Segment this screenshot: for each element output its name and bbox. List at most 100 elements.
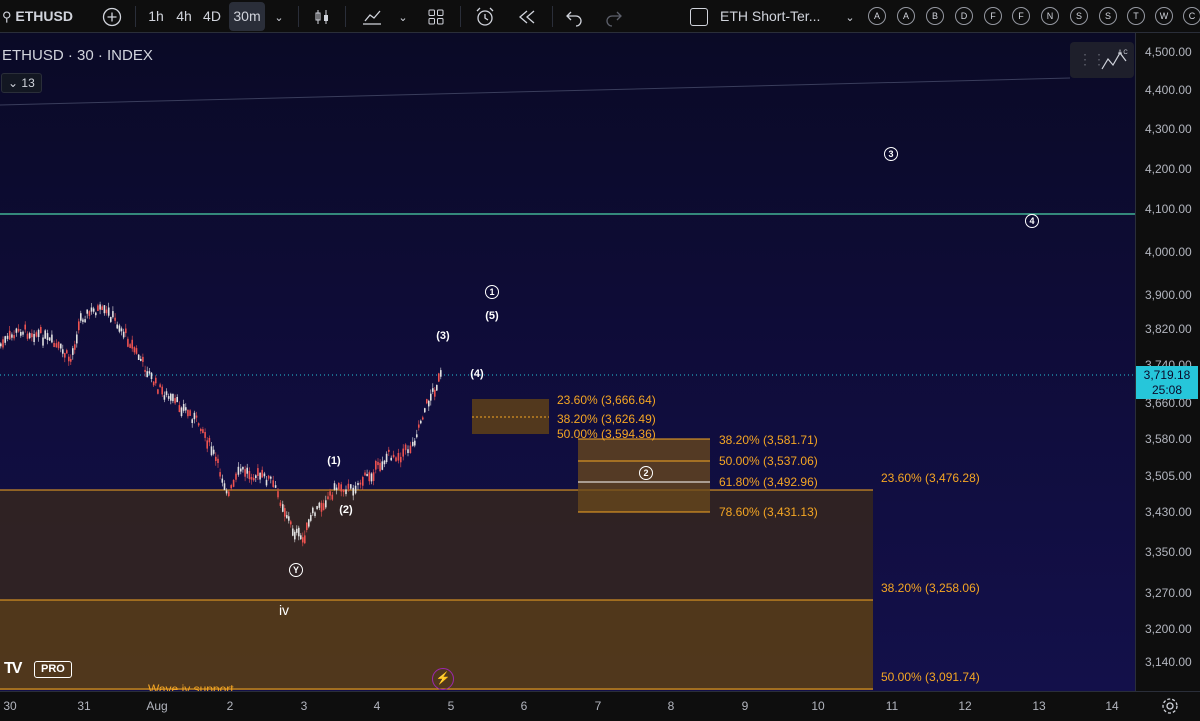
time-tick: 30	[3, 699, 17, 713]
time-tick: 6	[520, 699, 528, 713]
indicators-button[interactable]	[360, 0, 384, 33]
price-tick: 4,500.00	[1145, 45, 1192, 59]
wave-label-sub3: (3)	[436, 330, 450, 342]
trend-line	[0, 77, 1071, 106]
gear-icon	[1162, 698, 1178, 714]
interval-dropdown[interactable]: ⌄	[270, 0, 288, 33]
alert-button[interactable]	[472, 0, 498, 33]
grid-icon	[428, 9, 444, 25]
symbol-search[interactable]: ⚲ ETHUSD	[2, 0, 73, 33]
svg-text:A C: A C	[1118, 50, 1128, 56]
alert-badge[interactable]: B	[926, 7, 944, 25]
alert-badge[interactable]: A	[868, 7, 886, 25]
layout-name-button[interactable]: ETH Short-Ter...	[690, 0, 820, 33]
wave-label-sub2: (2)	[339, 504, 353, 516]
undo-icon	[566, 11, 582, 27]
fib-mid-label: 61.80% (3,492.96)	[719, 475, 818, 489]
price-tick: 3,140.00	[1145, 655, 1192, 669]
chevron-down-icon: ⌄	[398, 12, 408, 24]
wave-label-iv: iv	[278, 602, 290, 618]
chevron-down-icon: ⌄	[274, 12, 284, 24]
fib-small-label: 23.60% (3,666.64)	[557, 393, 656, 407]
price-tick: 3,900.00	[1145, 288, 1192, 302]
compare-add-button[interactable]	[100, 0, 124, 33]
price-tick: 3,270.00	[1145, 586, 1192, 600]
chart-settings-button[interactable]	[1160, 696, 1180, 716]
fib-small-label: 38.20% (3,626.49)	[557, 412, 656, 426]
time-tick: 5	[447, 699, 455, 713]
time-tick: 11	[885, 699, 899, 713]
price-tick: 3,580.00	[1145, 432, 1192, 446]
price-tick: 4,000.00	[1145, 245, 1192, 259]
candles-icon	[315, 10, 328, 25]
layout-name: ETH Short-Ter...	[720, 8, 821, 24]
interval-4h[interactable]: 4h	[172, 0, 196, 33]
price-tick: 3,430.00	[1145, 505, 1192, 519]
time-tick: 3	[300, 699, 308, 713]
top-toolbar: ⚲ ETHUSD 1h 4h 4D 30m ⌄ ⌄ ETH Short-Ter.…	[0, 0, 1200, 33]
fib-large-label: 50.00% (3,091.74)	[881, 670, 980, 684]
price-tick: 4,100.00	[1145, 202, 1192, 216]
alert-badge[interactable]: S	[1099, 7, 1117, 25]
chevron-down-icon: ⌄	[8, 76, 19, 90]
time-tick: 8	[667, 699, 675, 713]
alert-badge[interactable]: C	[1183, 7, 1200, 25]
chart-legend-title[interactable]: ETHUSD · 30 · INDEX	[2, 47, 153, 64]
wave-label-1: 1	[485, 285, 499, 299]
divider	[345, 6, 346, 27]
alert-badge[interactable]: N	[1041, 7, 1059, 25]
layout-dropdown[interactable]: ⌄	[842, 0, 858, 33]
wave-label-3: 3	[884, 147, 898, 161]
divider	[298, 6, 299, 27]
price-tick: 3,820.00	[1145, 322, 1192, 336]
time-tick: 9	[741, 699, 749, 713]
lightning-icon[interactable]: ⚡	[432, 668, 454, 690]
fib-large-label: 38.20% (3,258.06)	[881, 581, 980, 595]
candle-countdown: 25:08	[1151, 383, 1183, 397]
fib-mid-label: 50.00% (3,537.06)	[719, 454, 818, 468]
indicators-icon	[363, 10, 381, 25]
alert-badge[interactable]: F	[1012, 7, 1030, 25]
symbol-label: ETHUSD	[15, 8, 73, 24]
plus-circle-icon	[102, 8, 122, 27]
price-tick: 4,300.00	[1145, 122, 1192, 136]
alert-badge[interactable]: S	[1070, 7, 1088, 25]
time-tick: 31	[77, 699, 91, 713]
alert-badge[interactable]: D	[955, 7, 973, 25]
divider	[135, 6, 136, 27]
undo-button[interactable]	[562, 0, 586, 33]
time-tick: 7	[594, 699, 602, 713]
pro-badge: PRO	[34, 661, 72, 678]
indicators-count: 13	[21, 76, 35, 90]
time-tick: 2	[226, 699, 234, 713]
drawing-toolbar-floating[interactable]: ⋮⋮ A C	[1070, 42, 1134, 78]
replay-button[interactable]	[514, 0, 540, 33]
elliott-wave-icon[interactable]: A C	[1100, 47, 1130, 73]
wave-label-sub4: (4)	[470, 368, 484, 380]
time-tick: Aug	[146, 699, 168, 713]
tradingview-logo[interactable]: ТV PRO	[4, 660, 76, 678]
wave-label-4: 4	[1025, 214, 1039, 228]
indicators-dropdown[interactable]: ⌄	[395, 0, 411, 33]
interval-4d[interactable]: 4D	[200, 0, 224, 33]
alert-badge[interactable]: T	[1127, 7, 1145, 25]
divider	[552, 6, 553, 27]
alert-badge[interactable]: F	[984, 7, 1002, 25]
rewind-icon	[519, 10, 535, 24]
alert-badge[interactable]: A	[897, 7, 915, 25]
layout-square-icon	[690, 8, 708, 27]
interval-1h[interactable]: 1h	[144, 0, 168, 33]
divider	[460, 6, 461, 27]
redo-button[interactable]	[602, 0, 626, 33]
search-icon: ⚲	[2, 9, 12, 24]
layouts-button[interactable]	[424, 0, 448, 33]
interval-30m[interactable]: 30m	[229, 2, 265, 31]
fib-mid-label: 78.60% (3,431.13)	[719, 505, 818, 519]
fib-small-label: 50.00% (3,594.36)	[557, 427, 656, 441]
time-tick: 12	[958, 699, 972, 713]
chart-type-button[interactable]	[310, 0, 334, 33]
wave-label-y: Y	[289, 563, 303, 577]
alert-badge[interactable]: W	[1155, 7, 1173, 25]
price-tick: 4,400.00	[1145, 83, 1192, 97]
indicators-toggle[interactable]: ⌄ 13	[1, 73, 42, 93]
